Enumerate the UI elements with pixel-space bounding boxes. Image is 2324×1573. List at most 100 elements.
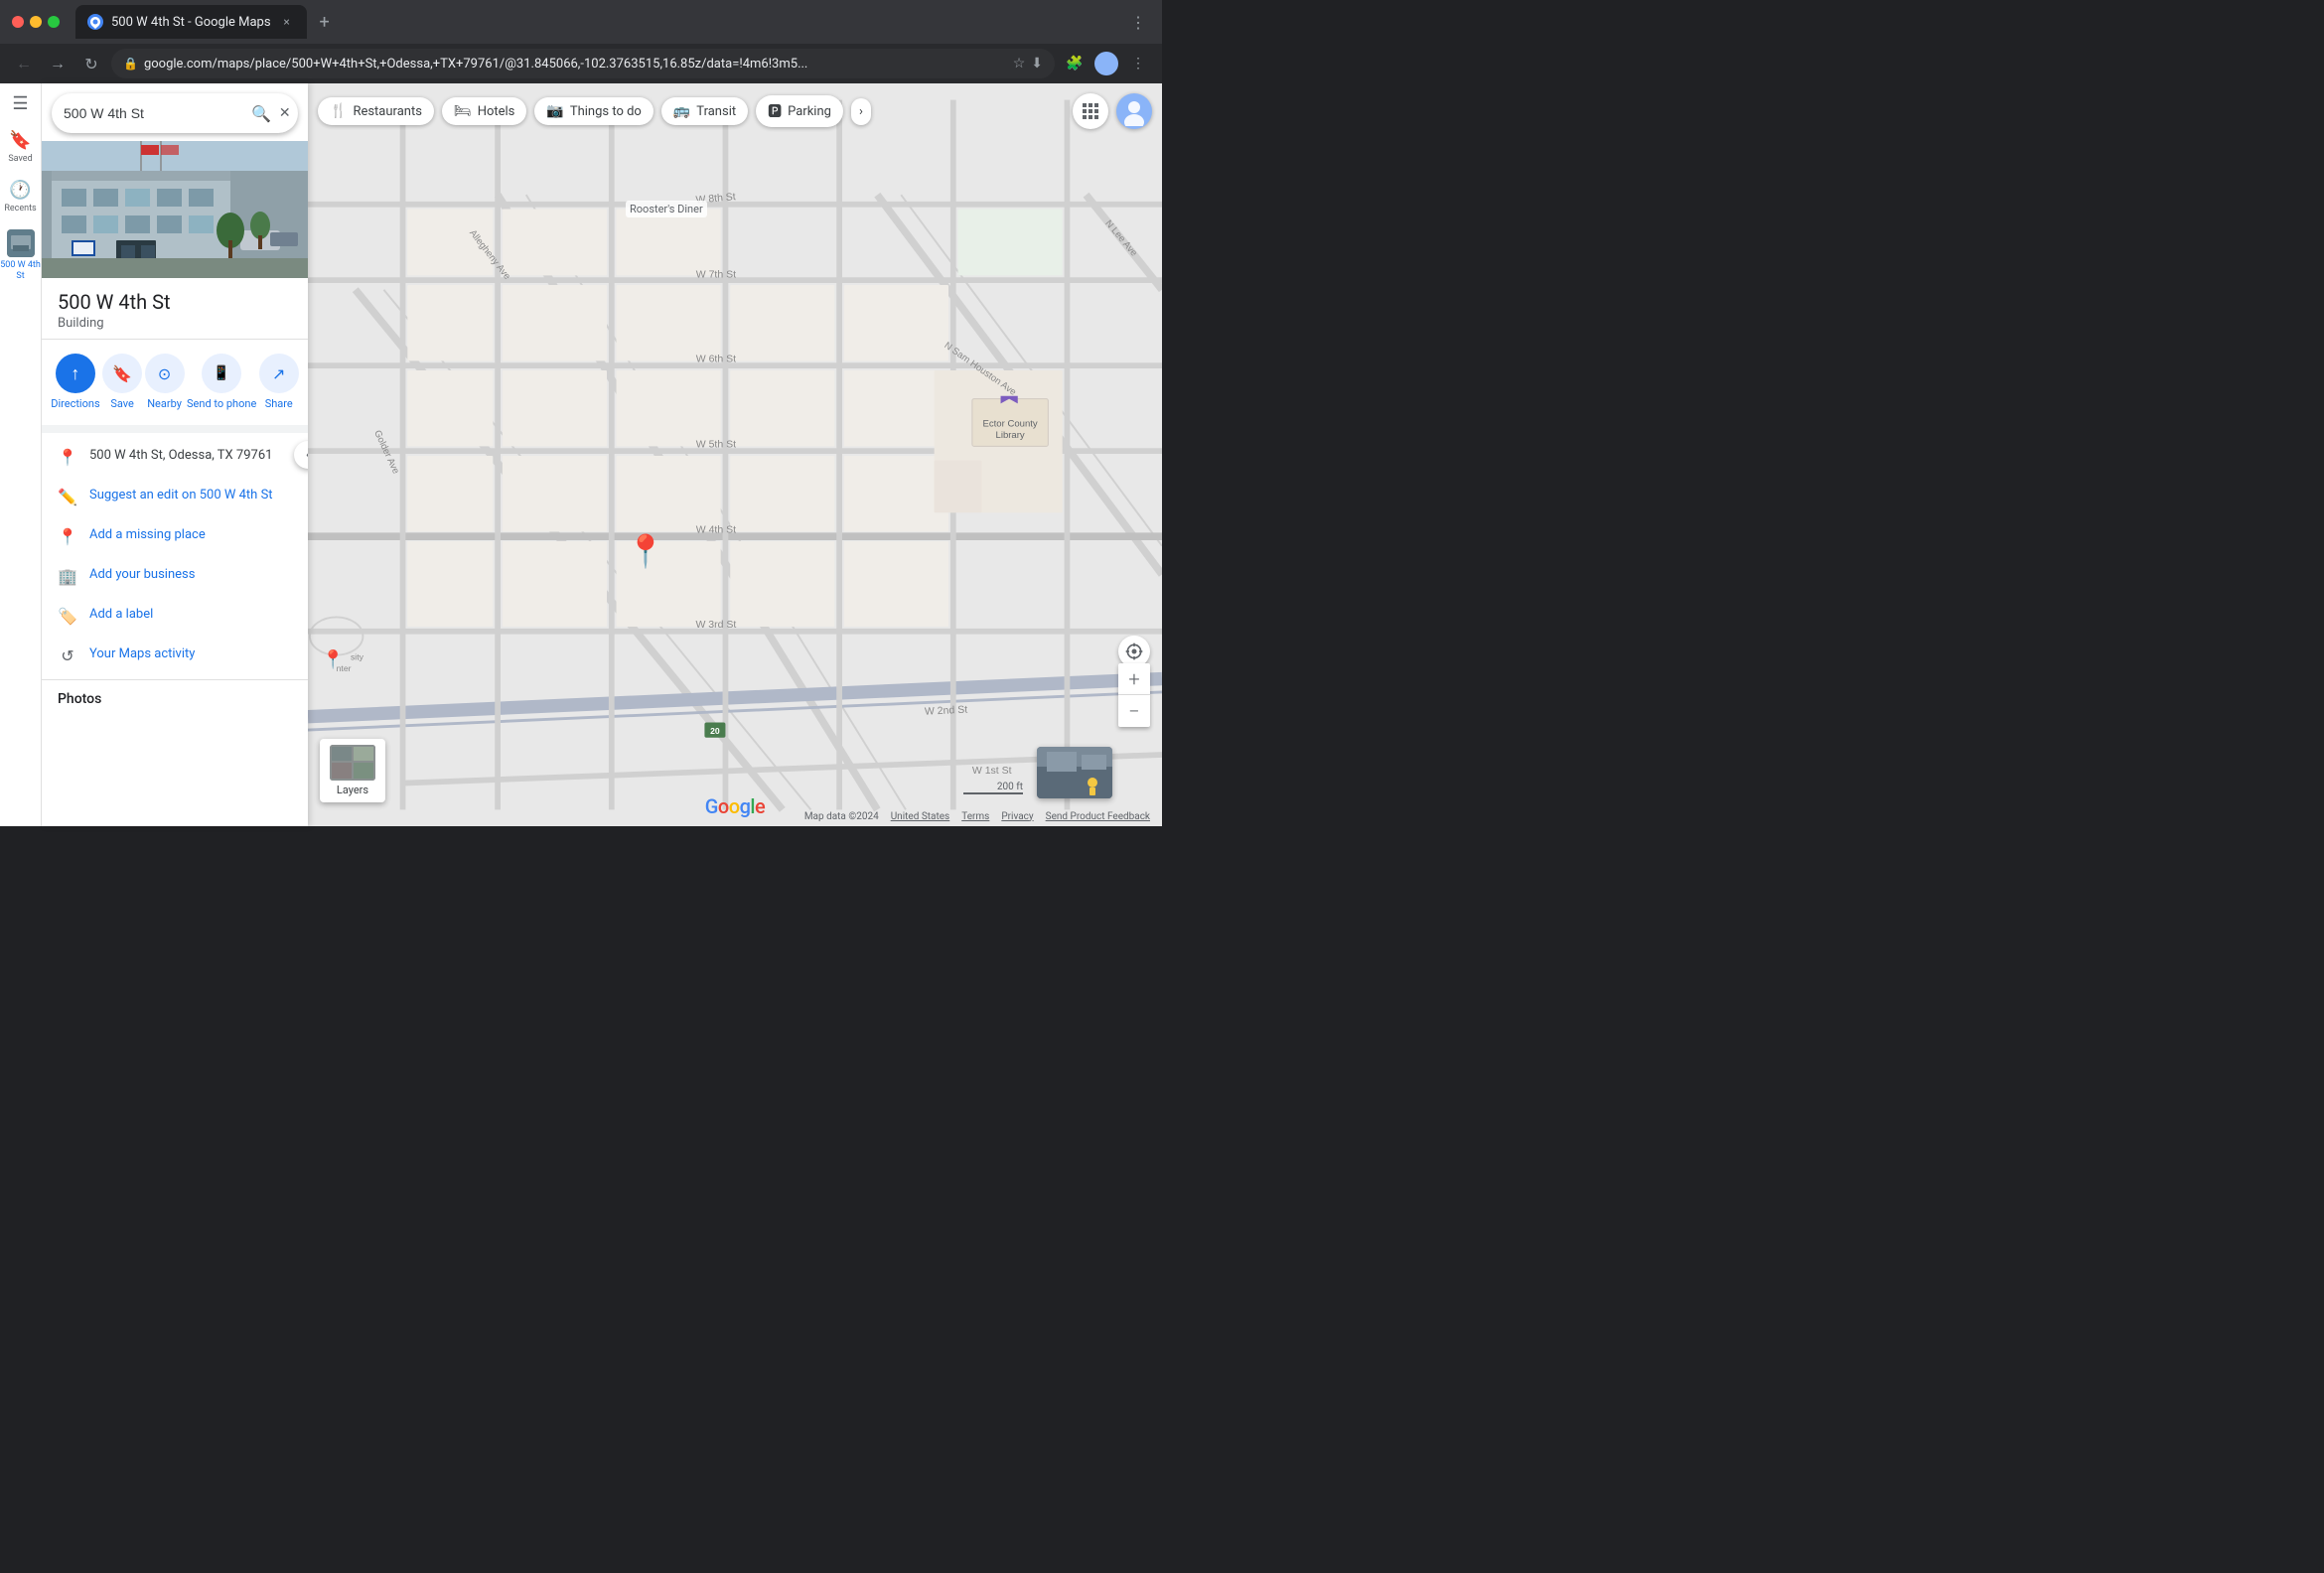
map-area[interactable]: W 8th St W 7th St W 6th St W 5th St W 4t… — [308, 83, 1162, 826]
privacy-link[interactable]: Privacy — [1001, 811, 1033, 822]
street-view-thumbnail[interactable] — [1037, 747, 1112, 798]
share-icon: ↗ — [272, 364, 285, 383]
maps-activity-row[interactable]: ↺ Your Maps activity — [42, 636, 308, 675]
share-button[interactable]: ↗ Share — [259, 354, 299, 411]
transit-icon: 🚌 — [673, 103, 690, 119]
user-avatar-map-button[interactable] — [1116, 93, 1152, 129]
svg-text:W 2nd St: W 2nd St — [925, 704, 968, 718]
save-circle: 🔖 — [102, 354, 142, 393]
more-filters-button[interactable]: › — [851, 98, 871, 125]
browser-chrome: 500 W 4th St - Google Maps × + ⋮ — [0, 0, 1162, 44]
photos-section: Photos — [42, 680, 308, 715]
label-icon: 🏷️ — [58, 607, 77, 626]
sidebar-recents-button[interactable]: 🕐 Recents — [4, 180, 36, 214]
user-avatar[interactable] — [1094, 52, 1118, 75]
parking-label: Parking — [788, 104, 831, 119]
layers-label: Layers — [337, 784, 368, 796]
active-tab[interactable]: 500 W 4th St - Google Maps × — [75, 5, 307, 39]
action-buttons: ↑ Directions 🔖 Save ⊙ Nearby 📱 — [42, 340, 308, 425]
filter-bar: 🍴 Restaurants 🛏 Hotels 📷 Things to do 🚌 … — [318, 93, 1152, 129]
forward-button[interactable]: → — [44, 50, 72, 77]
extensions-icon[interactable]: 🧩 — [1061, 50, 1089, 77]
sidebar-recent-place[interactable]: 500 W 4th St — [0, 229, 41, 282]
extensions-button[interactable]: ⋮ — [1126, 10, 1150, 34]
zoom-out-button[interactable]: − — [1118, 695, 1150, 727]
zoom-in-button[interactable]: + — [1118, 663, 1150, 695]
address-bar[interactable]: 🔒 google.com/maps/place/500+W+4th+St,+Od… — [111, 49, 1055, 78]
send-feedback-link[interactable]: Send Product Feedback — [1046, 811, 1150, 822]
things-to-do-label: Things to do — [570, 104, 642, 119]
bookmark-icon[interactable]: ☆ — [1013, 56, 1026, 72]
new-tab-button[interactable]: + — [313, 10, 337, 34]
place-photo-inner — [42, 141, 308, 278]
search-icon[interactable]: 🔍 — [251, 104, 271, 123]
minimize-traffic-light[interactable] — [30, 16, 42, 28]
restaurants-filter[interactable]: 🍴 Restaurants — [318, 97, 434, 125]
university-marker[interactable]: 📍 — [322, 649, 344, 670]
address-row[interactable]: 📍 500 W 4th St, Odessa, TX 79761 — [42, 437, 308, 477]
address-text: 500 W 4th St, Odessa, TX 79761 — [89, 447, 272, 465]
scale-label: 200 ft — [997, 782, 1023, 792]
more-options-button[interactable]: ⋮ — [1124, 50, 1152, 77]
side-panel: 🔍 ✕ — [42, 83, 308, 826]
suggest-edit-row[interactable]: ✏️ Suggest an edit on 500 W 4th St — [42, 477, 308, 516]
map-data-label: Map data ©2024 — [804, 811, 879, 822]
sidebar-menu-button[interactable]: ☰ — [12, 93, 28, 114]
svg-text:20: 20 — [710, 726, 720, 736]
recents-label: Recents — [4, 204, 36, 214]
sidebar-saved-button[interactable]: 🔖 Saved — [8, 130, 32, 164]
terms-link[interactable]: Terms — [961, 811, 989, 822]
add-label-row[interactable]: 🏷️ Add a label — [42, 596, 308, 636]
nav-icons: 🧩 ⋮ — [1061, 50, 1152, 77]
svg-text:W 1st St: W 1st St — [972, 765, 1012, 777]
parking-filter[interactable]: 🅿 Parking — [756, 95, 843, 127]
svg-text:Ector County: Ector County — [983, 418, 1038, 429]
nearby-button[interactable]: ⊙ Nearby — [145, 354, 185, 411]
close-traffic-light[interactable] — [12, 16, 24, 28]
clear-search-button[interactable]: ✕ — [279, 105, 291, 121]
zoom-controls: + − — [1118, 663, 1150, 727]
things-to-do-filter[interactable]: 📷 Things to do — [534, 97, 653, 125]
united-states-label[interactable]: United States — [891, 811, 950, 822]
directions-circle: ↑ — [56, 354, 95, 393]
search-box[interactable]: 🔍 ✕ — [52, 93, 298, 133]
maximize-traffic-light[interactable] — [48, 16, 60, 28]
directions-label: Directions — [51, 397, 99, 411]
send-to-phone-button[interactable]: 📱 Send to phone — [187, 354, 256, 411]
transit-filter[interactable]: 🚌 Transit — [661, 97, 748, 125]
svg-text:W 7th St: W 7th St — [696, 268, 736, 280]
grid-view-button[interactable] — [1073, 93, 1108, 129]
url-text: google.com/maps/place/500+W+4th+St,+Odes… — [144, 57, 1007, 72]
layers-button[interactable]: Layers — [320, 739, 385, 802]
add-missing-row[interactable]: 📍 Add a missing place — [42, 516, 308, 556]
hotels-filter[interactable]: 🛏 Hotels — [442, 97, 527, 125]
share-label: Share — [265, 397, 293, 411]
tab-close-button[interactable]: × — [279, 14, 295, 30]
send-to-phone-label: Send to phone — [187, 397, 256, 411]
search-input[interactable] — [64, 105, 243, 121]
nearby-icon: ⊙ — [158, 364, 171, 383]
tab-favicon — [87, 14, 103, 30]
add-place-icon: 📍 — [58, 527, 77, 546]
add-label-text: Add a label — [89, 606, 153, 624]
recents-icon: 🕐 — [9, 180, 31, 201]
scale-line — [963, 792, 1023, 794]
save-button[interactable]: 🔖 Save — [102, 354, 142, 411]
download-icon[interactable]: ⬇ — [1031, 56, 1043, 72]
directions-button[interactable]: ↑ Directions — [51, 354, 99, 411]
restaurants-label: Restaurants — [353, 104, 421, 119]
location-icon — [1124, 642, 1144, 661]
place-name: 500 W 4th St — [58, 290, 292, 314]
add-business-row[interactable]: 🏢 Add your business — [42, 556, 308, 596]
add-missing-text: Add a missing place — [89, 526, 206, 544]
refresh-button[interactable]: ↻ — [77, 50, 105, 77]
tab-title: 500 W 4th St - Google Maps — [111, 15, 271, 30]
back-button[interactable]: ← — [10, 50, 38, 77]
profile-icon[interactable] — [1092, 50, 1120, 77]
save-label: Save — [110, 397, 134, 411]
scale-line-container — [963, 792, 1023, 794]
location-pin[interactable]: 📍 — [626, 532, 665, 570]
roosters-diner-label[interactable]: Rooster's Diner — [626, 201, 707, 217]
tab-bar: 500 W 4th St - Google Maps × + — [75, 5, 1118, 39]
place-photo[interactable] — [42, 141, 308, 278]
